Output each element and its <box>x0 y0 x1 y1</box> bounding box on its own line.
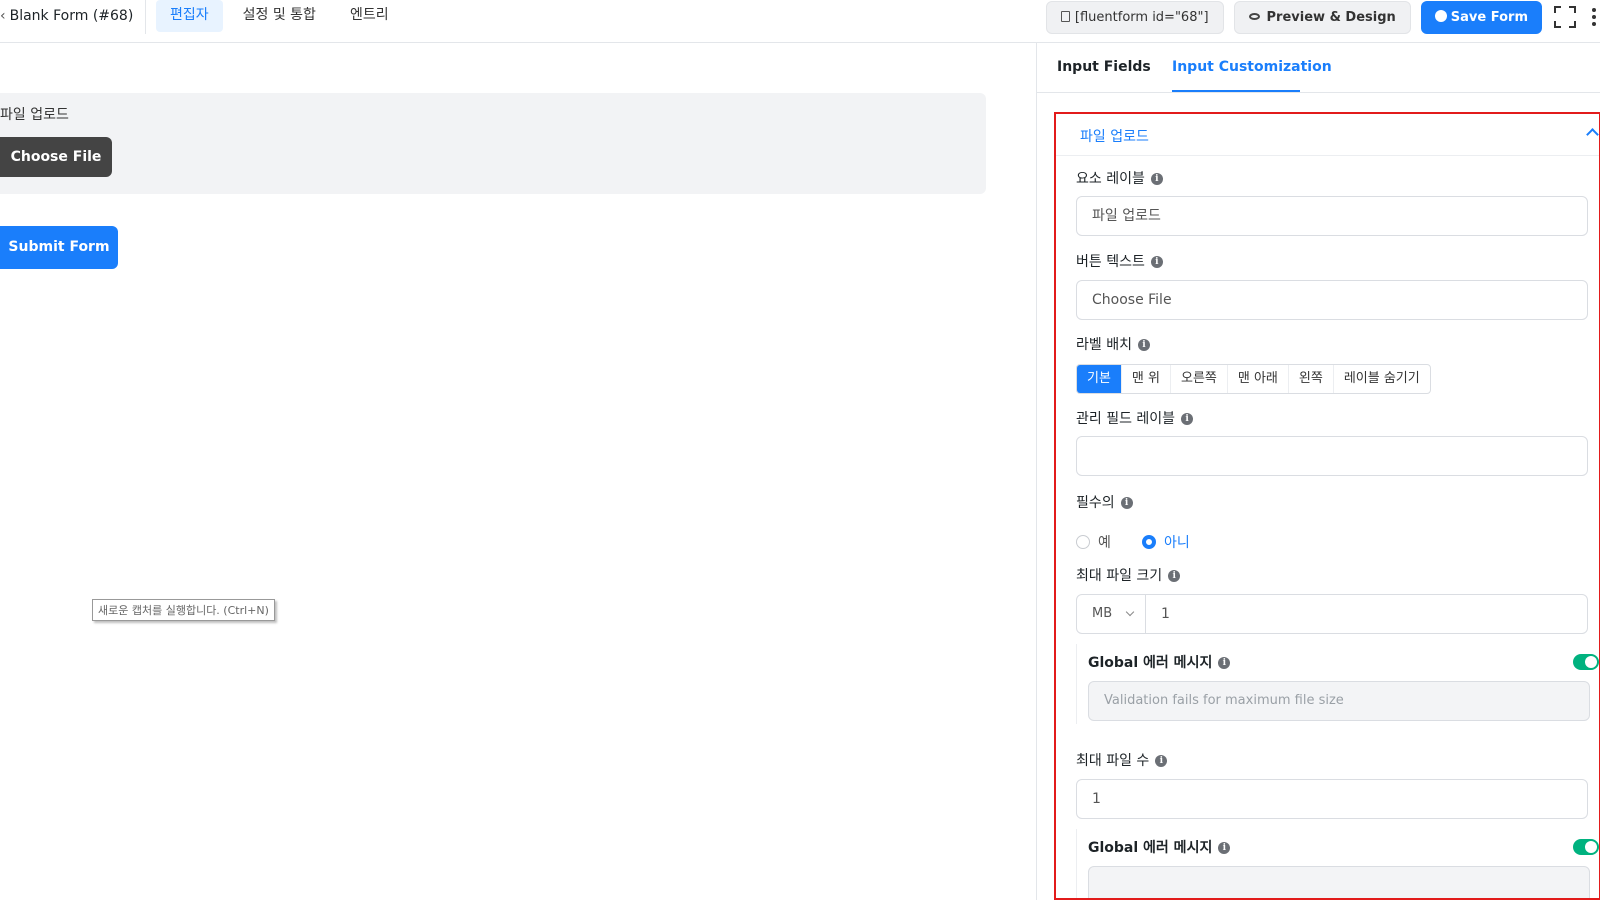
count-global-error-toggle[interactable] <box>1573 839 1599 855</box>
placement-left[interactable]: 왼쪽 <box>1287 365 1333 393</box>
size-global-error-label: Global 에러 메시지 i <box>1088 652 1231 672</box>
form-title[interactable]: ‹ Blank Form (#68) <box>0 0 147 34</box>
element-label-input[interactable]: 파일 업로드 <box>1076 196 1588 236</box>
max-file-size-text: 최대 파일 크기 <box>1076 568 1163 584</box>
required-label: 필수의 i <box>1076 492 1133 512</box>
tab-entries[interactable]: 엔트리 <box>336 0 403 32</box>
tab-editor[interactable]: 편집자 <box>156 0 223 32</box>
info-icon[interactable]: i <box>1218 842 1231 854</box>
placement-default[interactable]: 기본 <box>1077 365 1121 393</box>
back-chevron-icon[interactable]: ‹ <box>0 8 6 24</box>
info-icon[interactable]: i <box>1120 497 1133 509</box>
info-icon[interactable]: i <box>1168 570 1181 582</box>
more-options-icon[interactable] <box>1588 4 1600 30</box>
preview-text: Preview & Design <box>1266 9 1396 25</box>
tab-input-customization[interactable]: Input Customization <box>1172 59 1332 75</box>
file-upload-field-preview[interactable] <box>0 93 986 194</box>
required-no-radio[interactable]: 아니 <box>1142 532 1190 552</box>
save-form-button[interactable]: Save Form <box>1420 0 1542 34</box>
capture-tooltip: 새로운 캡처를 실행합니다. (Ctrl+N) <box>92 599 275 621</box>
section-title: 파일 업로드 <box>1080 129 1149 145</box>
count-error-message-input[interactable] <box>1088 866 1590 898</box>
admin-label-label: 관리 필드 레이블 i <box>1076 408 1194 428</box>
shortcode-text: [fluentform id="68"] <box>1074 9 1209 25</box>
radio-off-icon <box>1076 535 1090 549</box>
tabs-divider <box>1037 92 1600 93</box>
admin-label-text: 관리 필드 레이블 <box>1076 411 1176 427</box>
required-yes-radio[interactable]: 예 <box>1076 532 1111 552</box>
radio-on-icon <box>1142 535 1156 549</box>
label-placement-segmented: 기본 맨 위 오른쪽 맨 아래 왼쪽 레이블 숨기기 <box>1076 364 1431 394</box>
size-global-error-text: Global 에러 메시지 <box>1088 655 1213 671</box>
info-icon[interactable]: i <box>1137 339 1150 351</box>
max-file-count-input[interactable]: 1 <box>1076 779 1588 819</box>
tab-settings-integrations[interactable]: 설정 및 통합 <box>229 0 330 32</box>
fullscreen-icon[interactable] <box>1552 4 1578 30</box>
top-actions: [fluentform id="68"] Preview & Design Sa… <box>1045 0 1600 34</box>
chevron-down-icon <box>1125 607 1135 617</box>
max-file-count-text: 최대 파일 수 <box>1076 753 1150 769</box>
button-text-input[interactable]: Choose File <box>1076 280 1588 320</box>
form-title-text: Blank Form (#68) <box>9 8 134 24</box>
check-circle-icon <box>1434 9 1447 22</box>
form-canvas: 파일 업로드 Choose File Submit Form 새로운 캡처를 실… <box>0 43 1036 900</box>
preview-design-button[interactable]: Preview & Design <box>1233 0 1411 34</box>
count-global-error-text: Global 에러 메시지 <box>1088 840 1213 856</box>
main-nav: 편집자 설정 및 통합 엔트리 <box>156 0 403 32</box>
size-unit-select[interactable]: MB <box>1076 594 1146 634</box>
placement-hide-label[interactable]: 레이블 숨기기 <box>1332 365 1430 393</box>
field-settings-section: 파일 업로드 요소 레이블 i 파일 업로드 버튼 텍스트 i Choose Fil… <box>1054 112 1600 900</box>
admin-label-input[interactable] <box>1076 436 1588 476</box>
size-unit-value: MB <box>1092 606 1113 621</box>
eye-icon <box>1248 12 1260 20</box>
save-text: Save Form <box>1450 9 1528 25</box>
radio-no-label: 아니 <box>1164 535 1190 551</box>
shortcode-button[interactable]: [fluentform id="68"] <box>1045 0 1224 34</box>
settings-panel: Input Fields Input Customization 파일 업로드 … <box>1036 43 1600 900</box>
max-file-size-input[interactable]: 1 <box>1145 594 1588 634</box>
label-placement-text: 라벨 배치 <box>1076 337 1132 353</box>
size-error-message-input[interactable]: Validation fails for maximum file size <box>1088 681 1590 721</box>
count-error-box: Global 에러 메시지 i <box>1076 829 1599 898</box>
info-icon[interactable]: i <box>1150 256 1163 268</box>
max-file-size-label: 최대 파일 크기 i <box>1076 565 1181 585</box>
top-bar: ‹ Blank Form (#68) 편집자 설정 및 통합 엔트리 [fluen… <box>0 0 1600 43</box>
size-global-error-toggle[interactable] <box>1573 654 1599 670</box>
info-icon[interactable]: i <box>1181 413 1194 425</box>
element-label-text: 요소 레이블 <box>1076 171 1145 187</box>
panel-tabs: Input Fields Input Customization <box>1037 43 1600 93</box>
info-icon[interactable]: i <box>1155 755 1168 767</box>
button-text-label: 버튼 텍스트 i <box>1076 251 1163 271</box>
placement-right[interactable]: 오른쪽 <box>1169 365 1227 393</box>
copy-icon <box>1060 10 1070 22</box>
required-text: 필수의 <box>1076 495 1115 511</box>
choose-file-button[interactable]: Choose File <box>0 137 112 177</box>
chevron-up-icon[interactable] <box>1586 128 1599 141</box>
radio-yes-label: 예 <box>1098 535 1111 551</box>
label-placement-label: 라벨 배치 i <box>1076 334 1150 354</box>
max-file-count-label: 최대 파일 수 i <box>1076 750 1168 770</box>
section-header[interactable]: 파일 업로드 <box>1056 114 1599 156</box>
placement-bottom[interactable]: 맨 아래 <box>1226 365 1288 393</box>
button-text-text: 버튼 텍스트 <box>1076 254 1145 270</box>
field-label: 파일 업로드 <box>0 107 69 123</box>
tab-input-fields[interactable]: Input Fields <box>1057 59 1151 75</box>
count-global-error-label: Global 에러 메시지 i <box>1088 837 1231 857</box>
placement-top[interactable]: 맨 위 <box>1120 365 1170 393</box>
submit-form-button[interactable]: Submit Form <box>0 226 118 269</box>
info-icon[interactable]: i <box>1218 657 1231 669</box>
element-label-label: 요소 레이블 i <box>1076 168 1163 188</box>
info-icon[interactable]: i <box>1150 173 1163 185</box>
size-error-box: Global 에러 메시지 i Validation fails for maxi… <box>1076 644 1599 724</box>
